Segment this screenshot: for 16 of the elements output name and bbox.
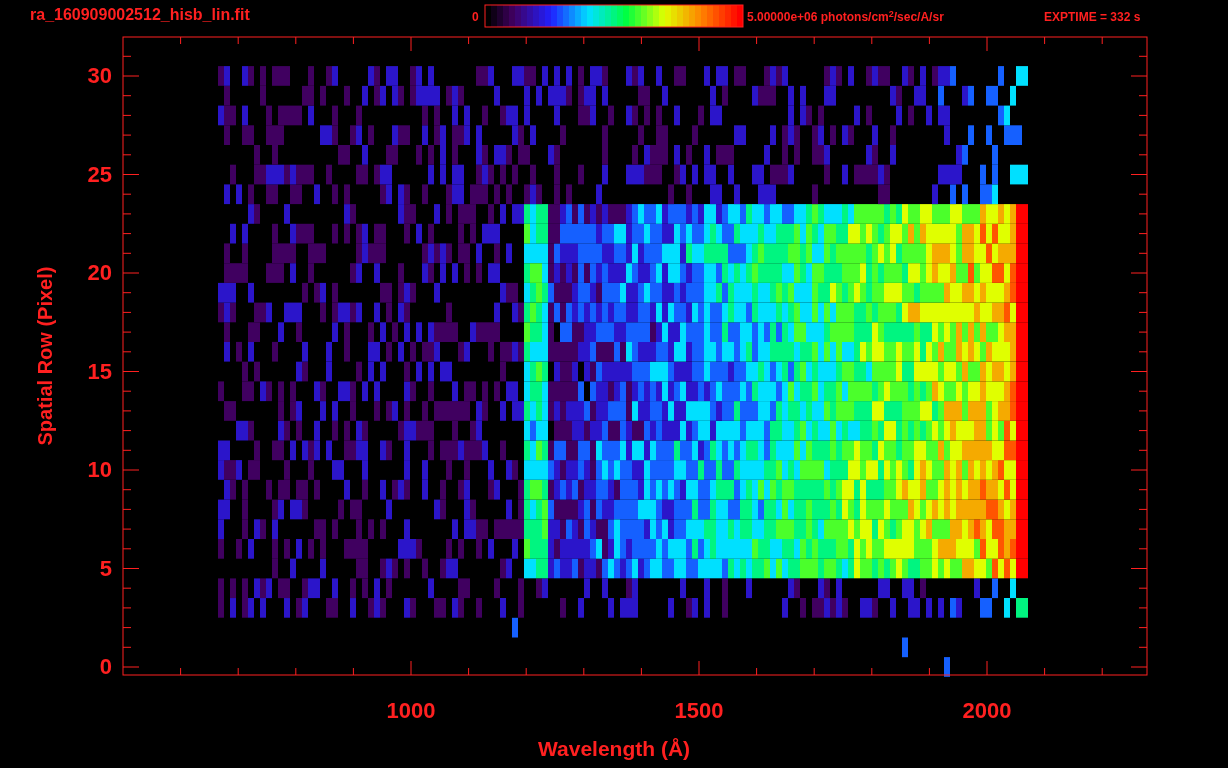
colorbar-max-label: 5.00000e+06 photons/cm$^{2}$/sec/A/sr xyxy=(747,11,944,23)
y-axis-title: Spatial Row (Pixel) xyxy=(34,266,56,446)
y-tick-label: 0 xyxy=(98,656,112,678)
y-tick-label: 10 xyxy=(86,459,112,481)
y-tick-label: 5 xyxy=(98,557,112,580)
x-tick-label: 1000 xyxy=(385,700,437,722)
y-tick-label: 20 xyxy=(86,262,112,284)
x-axis-title: Wavelength (Å) xyxy=(538,738,691,759)
plot-title: ra_160909002512_hisb_lin.fit xyxy=(30,7,250,23)
x-tick-label: 1500 xyxy=(673,700,725,722)
exposure-time-label: EXPTIME = 332 s xyxy=(1044,11,1141,23)
x-tick-label: 2000 xyxy=(961,700,1013,722)
colorbar-min-label: 0 xyxy=(472,11,479,23)
y-tick-label: 15 xyxy=(86,360,112,383)
y-tick-label: 25 xyxy=(86,163,112,186)
y-tick-label: 30 xyxy=(86,65,112,87)
